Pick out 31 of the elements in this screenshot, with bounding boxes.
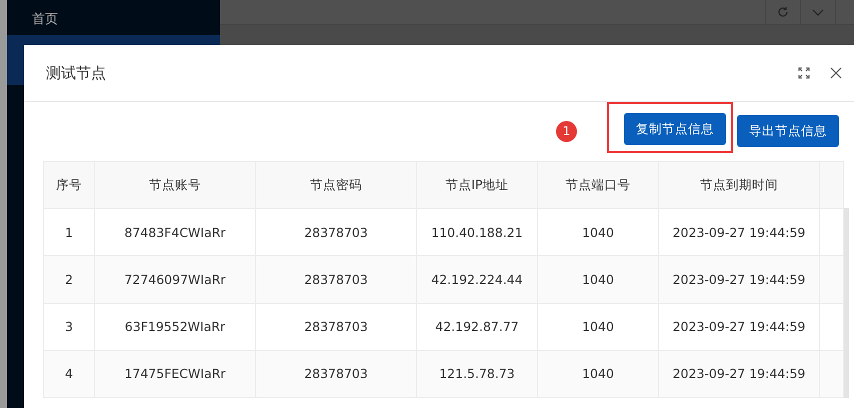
export-button[interactable]: 导出节点信息 (737, 115, 839, 147)
sidebar-item[interactable]: 首页 (7, 0, 220, 35)
dialog-title: 测试节点 (46, 64, 107, 82)
table-cell: 28378703 (256, 303, 416, 350)
table-cell: 2023-09-27 19:44:59 (658, 303, 820, 350)
copy-button[interactable]: 复制节点信息 (624, 113, 726, 145)
step-badge: 1 (556, 120, 577, 142)
table-cell: 63F19552WIaRr (94, 303, 256, 350)
fullscreen-icon[interactable] (798, 67, 810, 79)
table-cell: 1040 (538, 303, 658, 350)
table-cell: 17475FECWIaRr (94, 350, 256, 398)
column-header: 节点端口号 (538, 162, 658, 209)
table-cell: 42.192.224.44 (416, 256, 538, 304)
table-cell: 42.192.87.77 (416, 303, 538, 350)
table-cell: 1040 (538, 350, 658, 398)
table-cell: 2023-09-27 19:44:59 (658, 350, 820, 398)
table-cell: 28378703 (256, 350, 416, 398)
column-header: 节点密码 (256, 162, 416, 209)
table-cell: 2 (44, 256, 94, 304)
column-header: 节点到期时间 (658, 162, 820, 209)
column-header: 节点IP地址 (416, 162, 538, 209)
table-cell: 2023-09-27 19:44:59 (658, 256, 820, 304)
close-icon[interactable] (830, 67, 842, 79)
table-cell: 28378703 (256, 256, 416, 304)
table-cell: 4 (44, 350, 94, 398)
table-cell: 3 (44, 303, 94, 350)
table-cell: 72746097WIaRr (94, 256, 256, 304)
table-cell: 121.5.78.73 (416, 350, 538, 398)
column-header: 节点账号 (94, 162, 256, 209)
table-cell: 1040 (538, 256, 658, 304)
column-header: 序号 (44, 162, 94, 209)
